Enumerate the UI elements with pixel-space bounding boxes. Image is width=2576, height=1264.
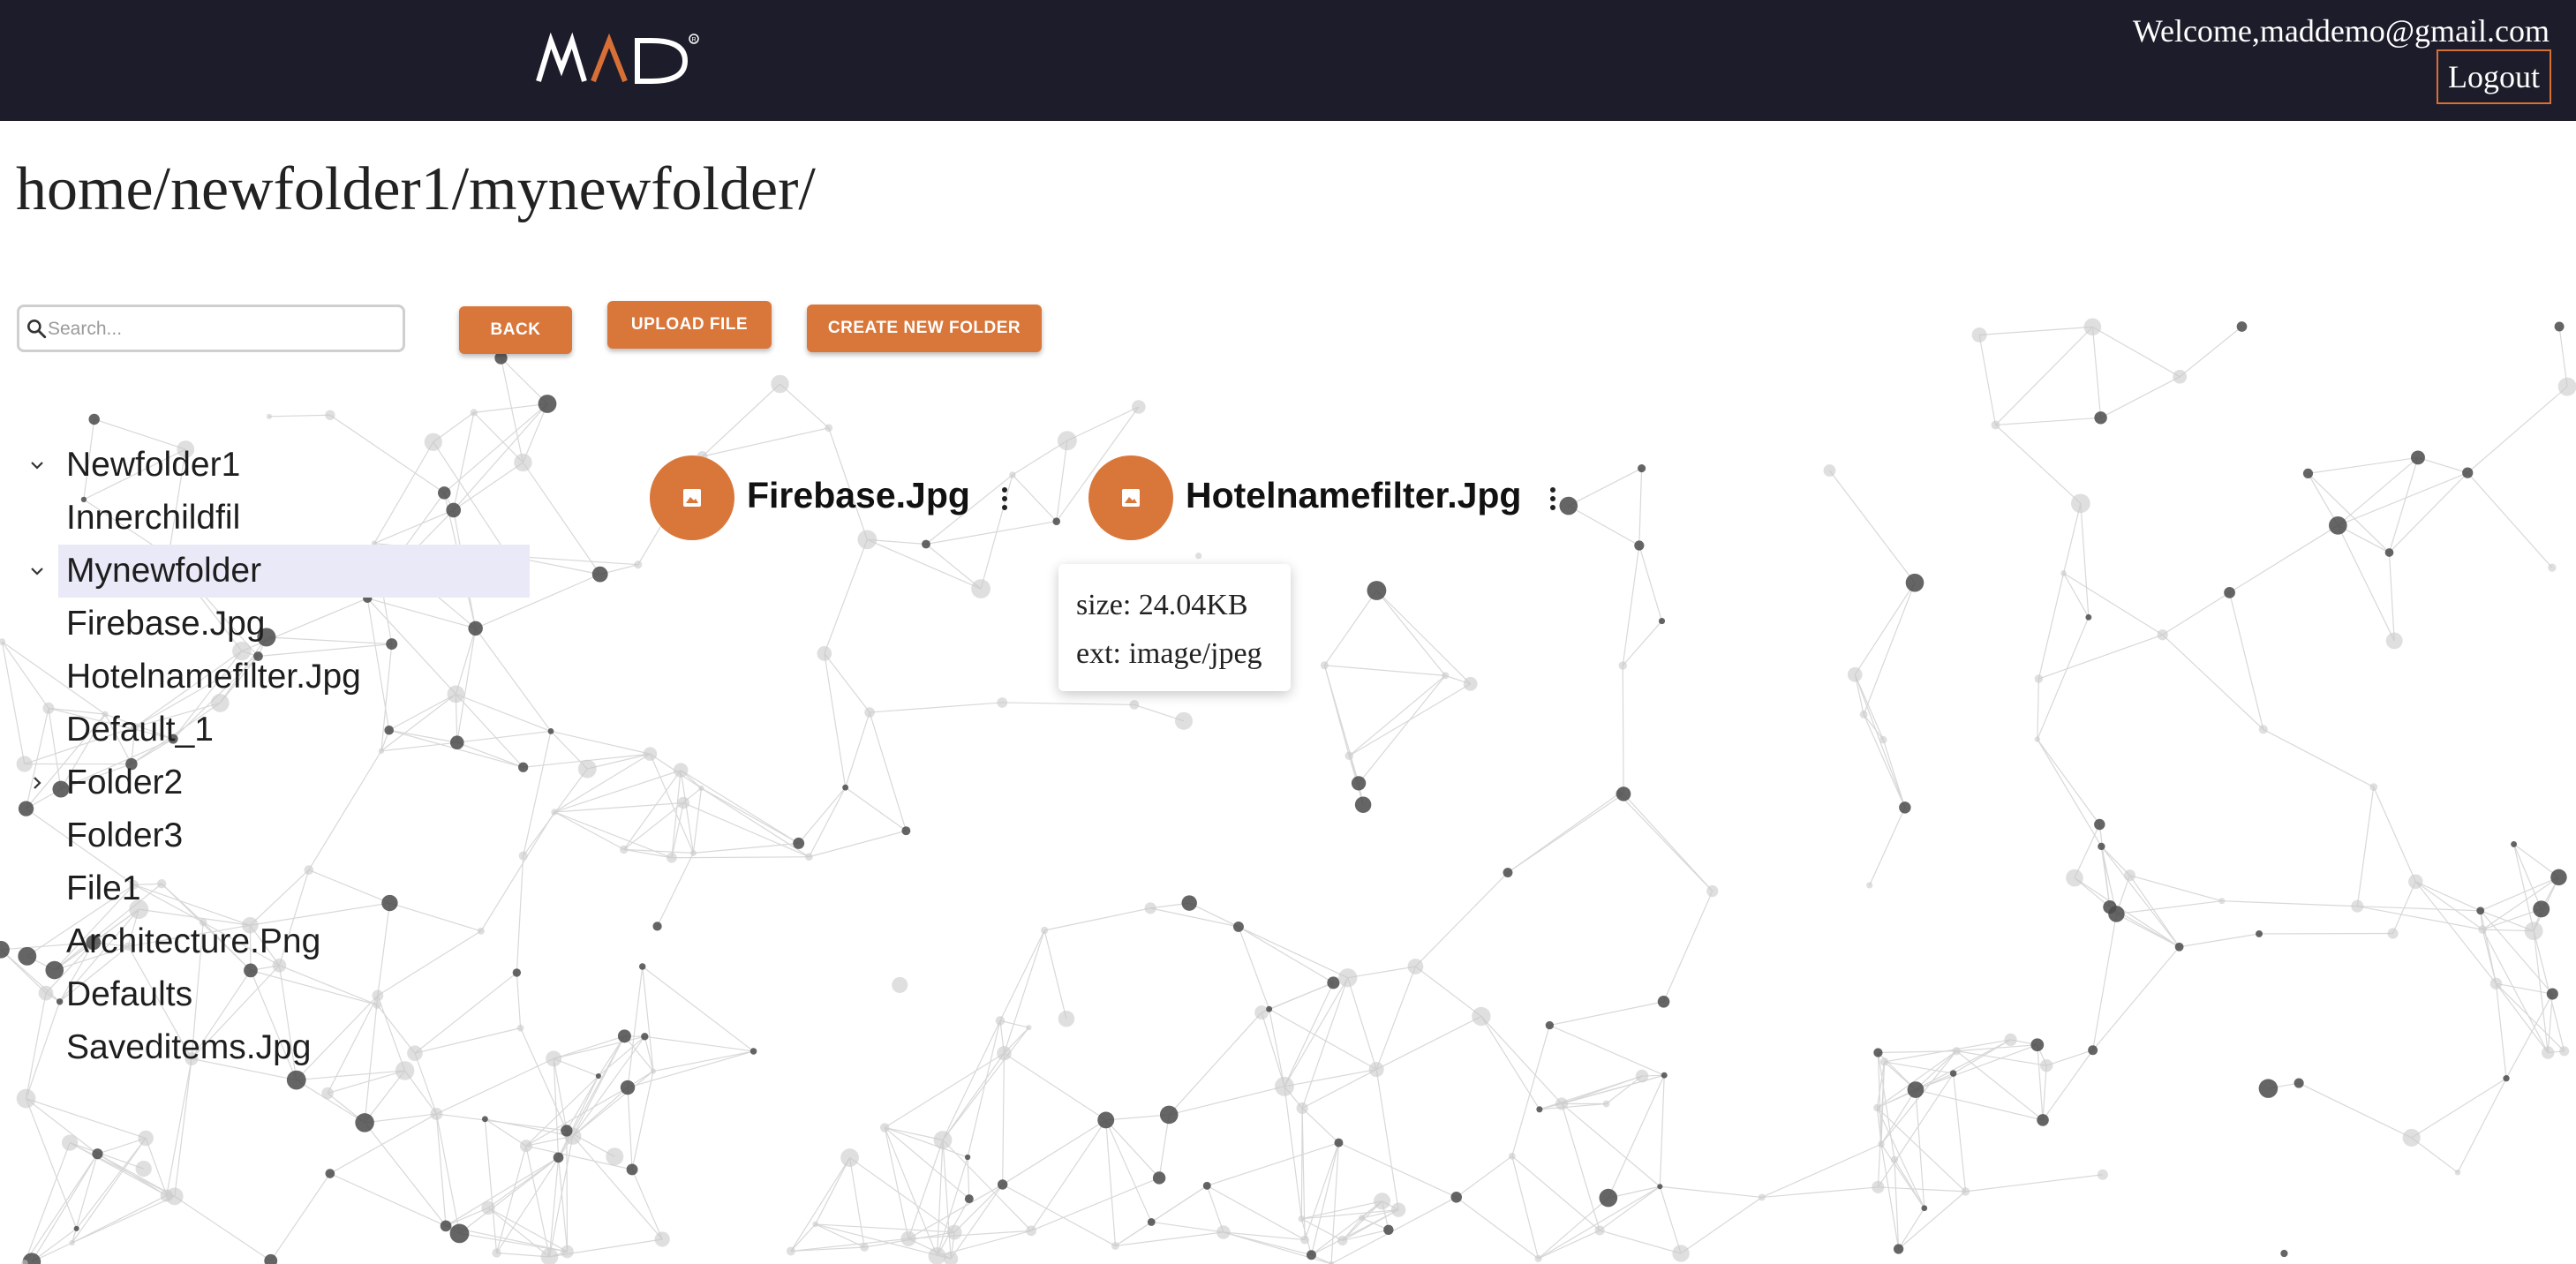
chevron-right-icon[interactable] [26,772,48,794]
tree-item-label: Hotelnamefilter.Jpg [66,658,361,696]
file-name[interactable]: Firebase.Jpg [747,475,970,516]
tree-item-label: Saveditems.Jpg [66,1028,312,1066]
create-new-folder-button[interactable]: CREATE NEW FOLDER [807,305,1042,352]
tree-item-label: Folder3 [66,816,184,854]
tree-item-label: Firebase.Jpg [66,605,266,643]
top-header: R Welcome,maddemo@gmail.com Logout [0,0,2576,121]
upload-file-button[interactable]: UPLOAD FILE [607,301,772,349]
file-size-text: size: 24.04KB [1076,589,1248,621]
more-vert-icon[interactable] [998,484,1011,514]
file-ext-text: ext: image/jpeg [1076,637,1262,670]
tree-item-label: Mynewfolder [66,552,262,590]
tree-item[interactable]: Innerchildfil [0,492,547,545]
main-content: home/newfolder1/mynewfolder/ BACK UPLOAD… [0,121,2576,1264]
folder-tree: Newfolder1 Innerchildfil Mynewfolder Fireba… [0,439,547,1074]
tree-item[interactable]: Newfolder1 [0,439,547,492]
tree-item-label: Newfolder1 [66,446,241,484]
tree-item-label: Folder2 [66,764,184,801]
tree-item[interactable]: Architecture.Png [0,915,547,968]
tree-item[interactable]: Saveditems.Jpg [0,1021,547,1074]
more-vert-icon[interactable] [1547,484,1559,514]
chevron-down-icon[interactable] [26,561,48,582]
file-info-tooltip: size: 24.04KB ext: image/jpeg [1058,564,1291,691]
tree-item[interactable]: Hotelnamefilter.Jpg [0,651,547,703]
file-name[interactable]: Hotelnamefilter.Jpg [1186,475,1521,516]
svg-text:R: R [692,37,697,43]
search-icon [27,320,47,339]
logout-button[interactable]: Logout [2437,49,2551,104]
mad-logo: R [536,32,699,84]
tree-item-label: Defaults [66,975,193,1013]
tree-item-label: File1 [66,869,141,907]
tree-item-label: Architecture.Png [66,922,321,960]
tree-item[interactable]: Firebase.Jpg [0,598,547,651]
file-avatar [1088,455,1173,540]
tree-item[interactable]: Defaults [0,968,547,1021]
tree-item-label: Default_1 [66,711,214,749]
tree-item[interactable]: Folder2 [0,756,547,809]
tree-item[interactable]: File1 [0,862,547,915]
breadcrumb: home/newfolder1/mynewfolder/ [16,155,816,223]
tree-item[interactable]: Default_1 [0,703,547,756]
search-box[interactable] [17,305,405,352]
image-icon [683,489,701,507]
tree-item[interactable]: Folder3 [0,809,547,862]
welcome-text: Welcome,maddemo@gmail.com [2132,13,2550,49]
file-avatar [650,455,734,540]
tree-item[interactable]: Mynewfolder [0,545,547,598]
tree-item-label: Innerchildfil [66,499,241,537]
chevron-down-icon[interactable] [26,455,48,476]
search-input[interactable] [46,311,403,348]
image-icon [1122,489,1140,507]
back-button[interactable]: BACK [459,306,572,354]
